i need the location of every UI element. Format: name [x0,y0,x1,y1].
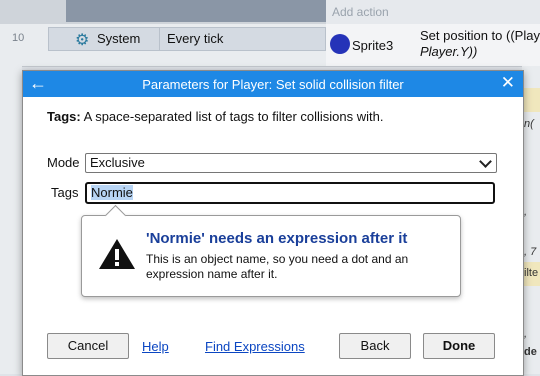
popup-pointer [104,204,127,227]
add-action-link[interactable]: Add action [326,0,540,24]
dialog-titlebar: ← Parameters for Player: Set solid colli… [23,71,523,97]
action-text-line: Set position to ((Playe [420,28,540,43]
parameter-name: Tags: [47,109,81,124]
event-row-number: 10 [12,32,25,44]
text-fragment: , [524,328,528,340]
cancel-button[interactable]: Cancel [47,333,129,359]
mode-select[interactable]: Exclusive [85,153,497,173]
action-object-name: Sprite3 [352,38,394,53]
text-fragment: de [524,346,537,358]
text-fragment: ilte [524,267,539,279]
condition-text: Every tick [167,31,224,46]
error-popup: 'Normie' needs an expression after it Th… [81,204,461,297]
text-fragment: n( [524,118,534,130]
find-expressions-link[interactable]: Find Expressions [205,339,305,354]
dialog-title: Parameters for Player: Set solid collisi… [142,77,404,92]
action-text-line: Player.Y)) [420,44,478,59]
done-button[interactable]: Done [423,333,495,359]
gear-icon: ⚙ [75,32,90,49]
error-title: 'Normie' needs an expression after it [146,230,408,247]
event-action[interactable]: Sprite3 Set position to ((Playe Player.Y… [326,24,540,66]
error-message: This is an object name, so you need a do… [146,252,409,281]
text-fragment: , 7 [524,246,537,258]
back-button[interactable]: Back [339,333,411,359]
event-condition[interactable]: ⚙ System Every tick [48,27,326,51]
event-sheet-right-edge: n( , , 7 ilte , de [522,66,540,374]
event-sheet-top-strip [66,0,326,22]
sprite-icon [330,34,350,54]
tags-input[interactable]: Normie [85,182,495,204]
add-action-label: Add action [332,5,389,19]
chevron-down-icon [479,155,492,168]
action-text: Set position to ((Playe Player.Y)) [420,28,540,60]
parameters-dialog: ← Parameters for Player: Set solid colli… [22,70,524,376]
highlight-band [522,88,540,112]
mode-select-value: Exclusive [90,155,145,170]
event-sheet-left-margin [0,66,22,374]
parameter-help: Tags: A space-separated list of tags to … [47,109,384,124]
event-row[interactable]: 10 ⚙ System Every tick Sprite3 Set posit… [0,24,540,67]
condition-divider [159,28,160,50]
warning-icon [99,239,135,269]
mode-label: Mode [47,155,80,170]
parameter-description: A space-separated list of tags to filter… [83,109,384,124]
tags-label: Tags [51,185,79,200]
close-icon[interactable]: ✕ [501,74,515,92]
text-fragment: , [524,206,528,218]
tags-input-value: Normie [91,185,133,200]
help-link[interactable]: Help [142,339,169,354]
condition-object-name: System [97,31,141,46]
